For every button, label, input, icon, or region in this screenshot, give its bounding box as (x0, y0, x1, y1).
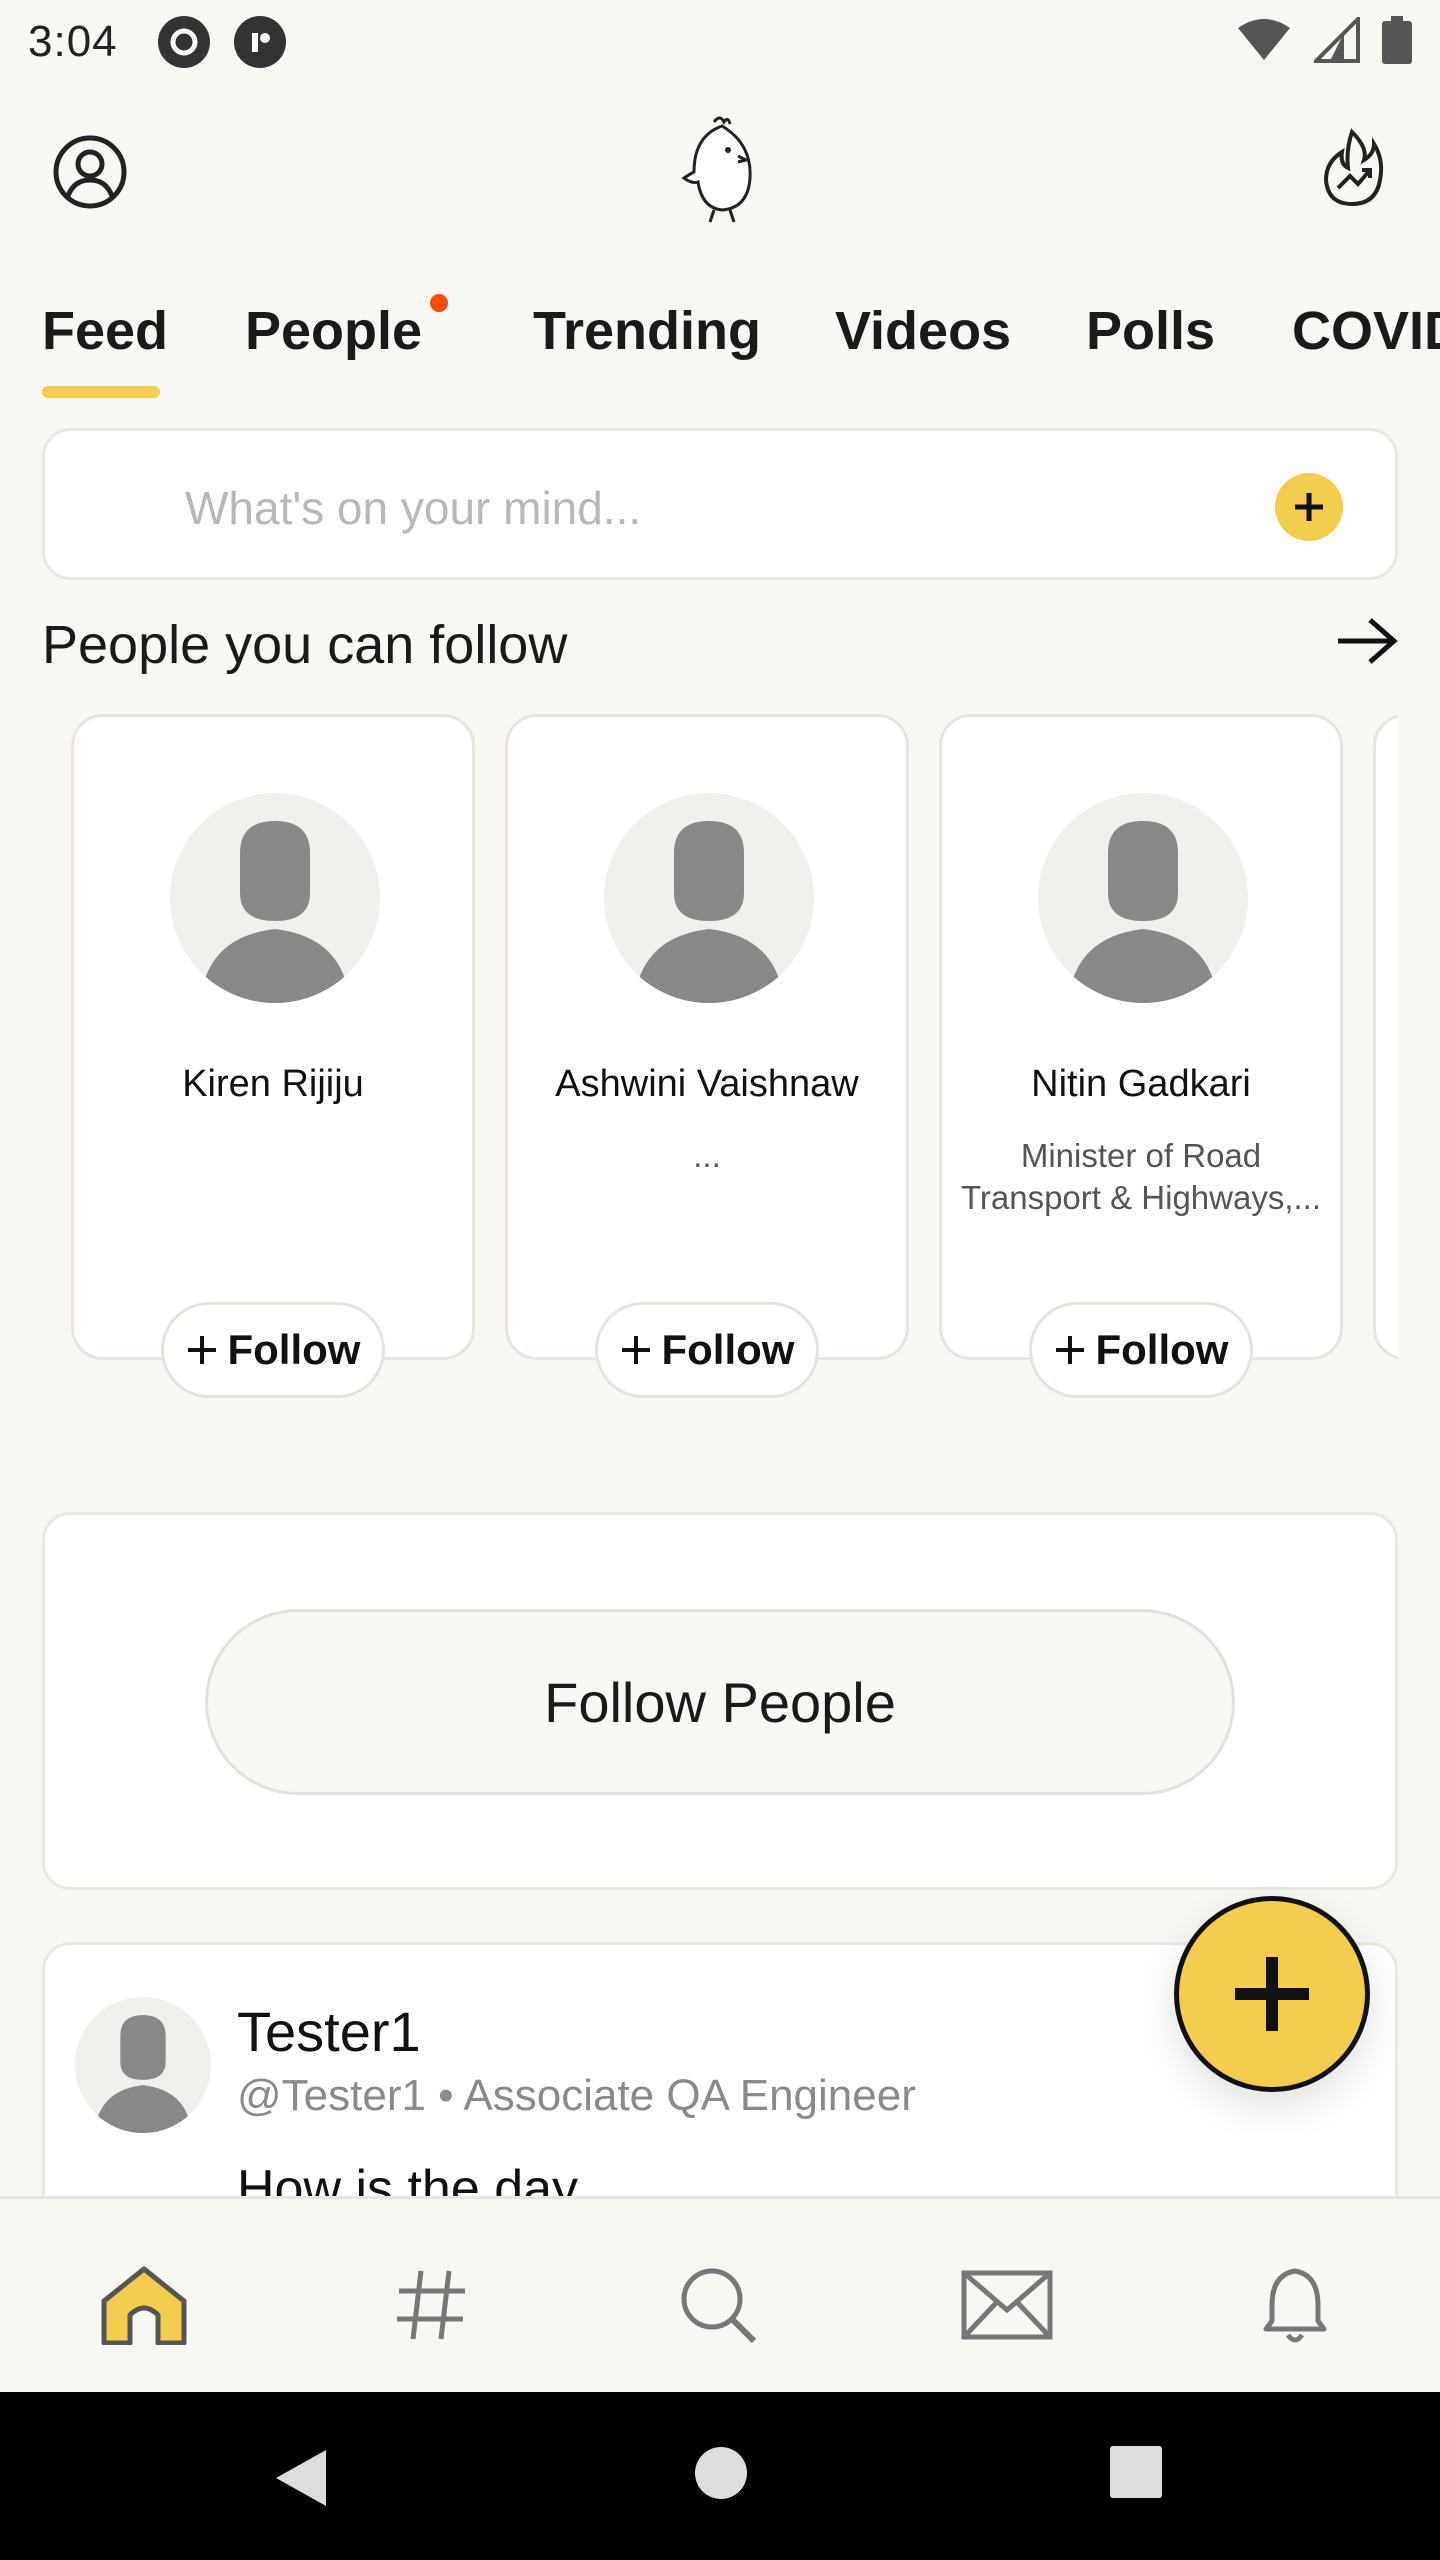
mail-icon[interactable] (957, 2255, 1057, 2355)
follow-button[interactable]: Follow (1029, 1302, 1253, 1398)
person-card[interactable] (1373, 714, 1398, 1360)
person-card[interactable]: Ashwini Vaishnaw ... (505, 714, 909, 1360)
bottom-navigation (0, 2196, 1440, 2392)
system-navigation-bar (0, 2392, 1440, 2560)
signal-icon (1311, 13, 1360, 68)
bell-icon[interactable] (1245, 2255, 1345, 2355)
home-button-icon[interactable] (694, 2446, 748, 2505)
avatar (604, 793, 814, 1003)
profile-icon[interactable] (52, 134, 128, 215)
follow-button[interactable]: Follow (161, 1302, 385, 1398)
post-author-meta: @Tester1 • Associate QA Engineer (237, 2071, 916, 2120)
avatar[interactable] (75, 1997, 211, 2133)
person-name: Nitin Gadkari (1031, 1063, 1251, 1105)
koo-logo-icon (678, 114, 764, 231)
person-description: Minister of Road Transport & Highways,..… (960, 1137, 1322, 1216)
plus-icon (1055, 1336, 1084, 1364)
person-description: ... (693, 1137, 721, 1174)
trending-flame-icon[interactable] (1322, 128, 1384, 213)
status-time: 3:04 (28, 17, 118, 66)
app-notification-icon (157, 16, 210, 68)
follow-people-button[interactable]: Follow People (205, 1609, 1235, 1795)
follow-label: Follow (227, 1326, 361, 1373)
follow-button[interactable]: Follow (595, 1302, 819, 1398)
avatar (170, 793, 380, 1003)
tab-people[interactable]: People (245, 300, 422, 362)
person-name: Kiren Rijiju (182, 1063, 364, 1105)
person-name: Ashwini Vaishnaw (555, 1063, 859, 1105)
follow-label: Follow (661, 1326, 795, 1373)
avatar (1038, 793, 1248, 1003)
post-author-name[interactable]: Tester1 (237, 1999, 421, 2064)
category-tabs: Feed People Trending Videos Polls COVID (0, 270, 1440, 400)
suggestion-carousel[interactable]: Kiren Rijiju Follow Ashwini Vaishnaw ...… (0, 712, 1398, 1412)
follow-label: Follow (1095, 1326, 1229, 1373)
hashtag-icon[interactable] (381, 2255, 481, 2355)
plus-icon (187, 1336, 216, 1364)
composer-placeholder[interactable]: What's on your mind... (185, 481, 641, 535)
tab-feed[interactable]: Feed (42, 300, 168, 362)
back-icon[interactable] (270, 2446, 330, 2515)
person-card[interactable]: Kiren Rijiju (71, 714, 475, 1360)
create-post-button[interactable] (1174, 1896, 1370, 2092)
person-card[interactable]: Nitin Gadkari Minister of Road Transport… (939, 714, 1343, 1360)
arrow-right-icon[interactable] (1336, 616, 1398, 671)
section-title: People you can follow (42, 615, 568, 675)
add-icon[interactable] (1275, 473, 1343, 541)
top-header (0, 84, 1440, 264)
tab-covid[interactable]: COVID (1292, 300, 1440, 362)
search-icon[interactable] (668, 2255, 768, 2355)
app-notification-icon (233, 16, 286, 68)
tab-videos[interactable]: Videos (835, 300, 1011, 362)
post-composer[interactable]: What's on your mind... (42, 428, 1398, 580)
wifi-icon (1236, 18, 1292, 67)
recents-icon[interactable] (1110, 2446, 1162, 2503)
tab-polls[interactable]: Polls (1086, 300, 1215, 362)
active-tab-indicator (42, 386, 160, 398)
plus-icon (1235, 1957, 1309, 2031)
follow-people-card: Follow People (42, 1512, 1398, 1890)
home-icon[interactable] (94, 2255, 194, 2355)
tab-trending[interactable]: Trending (533, 300, 761, 362)
battery-icon (1382, 15, 1412, 69)
plus-icon (621, 1336, 650, 1364)
status-bar: 3:04 (0, 0, 1440, 84)
new-indicator-dot (430, 294, 448, 312)
